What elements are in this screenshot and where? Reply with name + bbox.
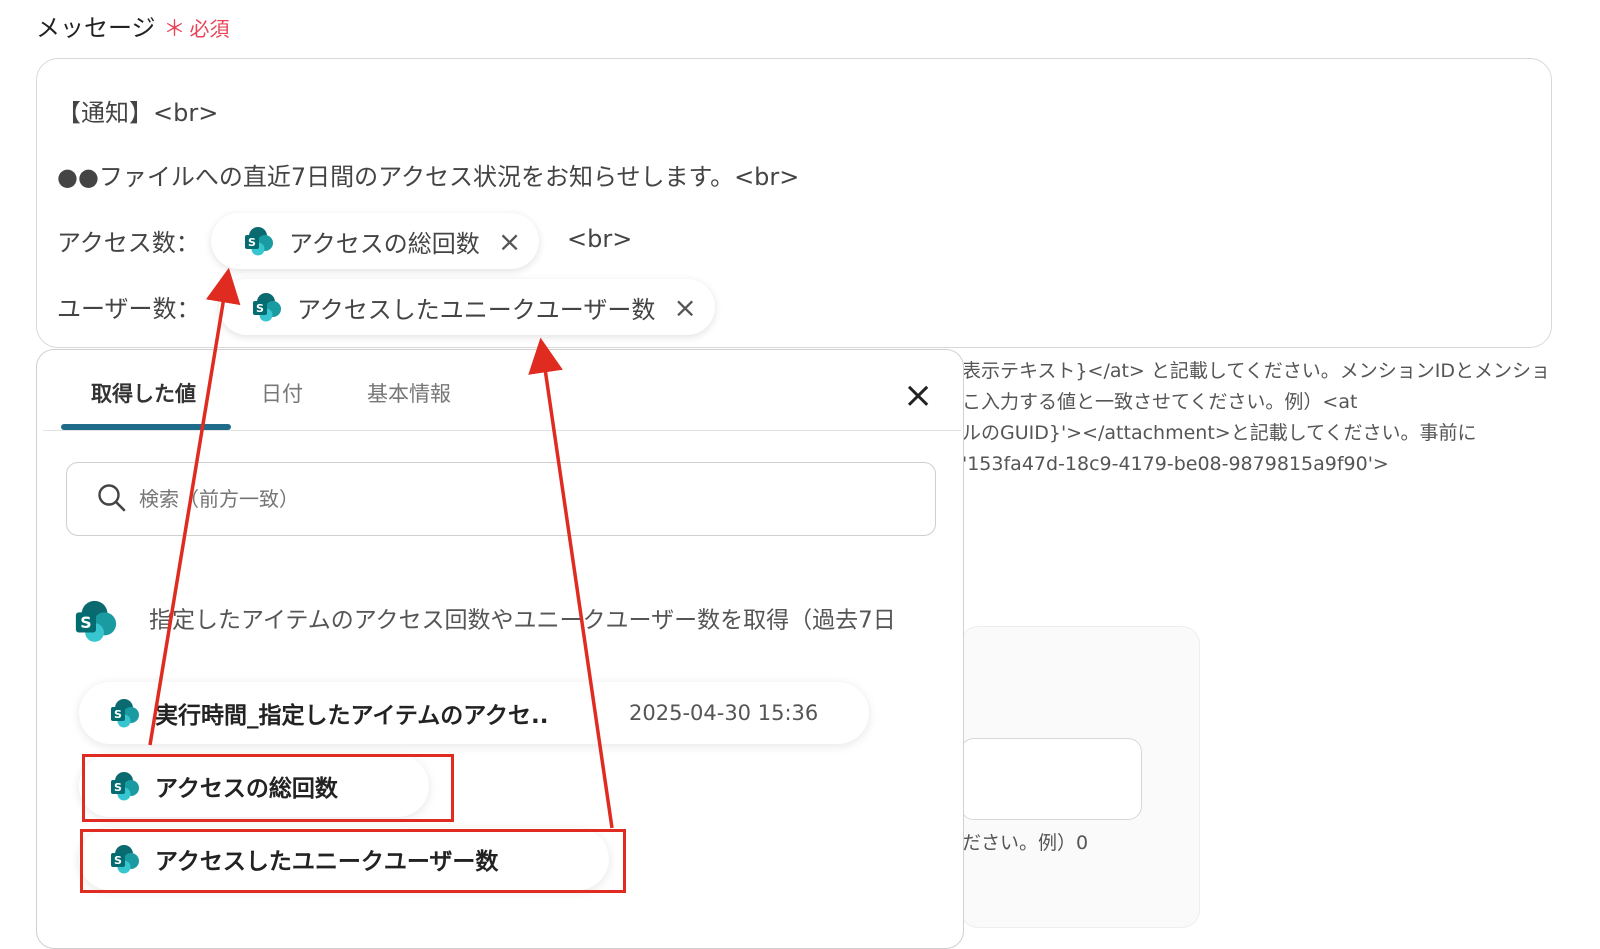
arrow-to-total-access-chip bbox=[148, 267, 241, 746]
arrow-to-unique-users-chip bbox=[528, 337, 614, 829]
annotation-arrows bbox=[148, 267, 614, 829]
